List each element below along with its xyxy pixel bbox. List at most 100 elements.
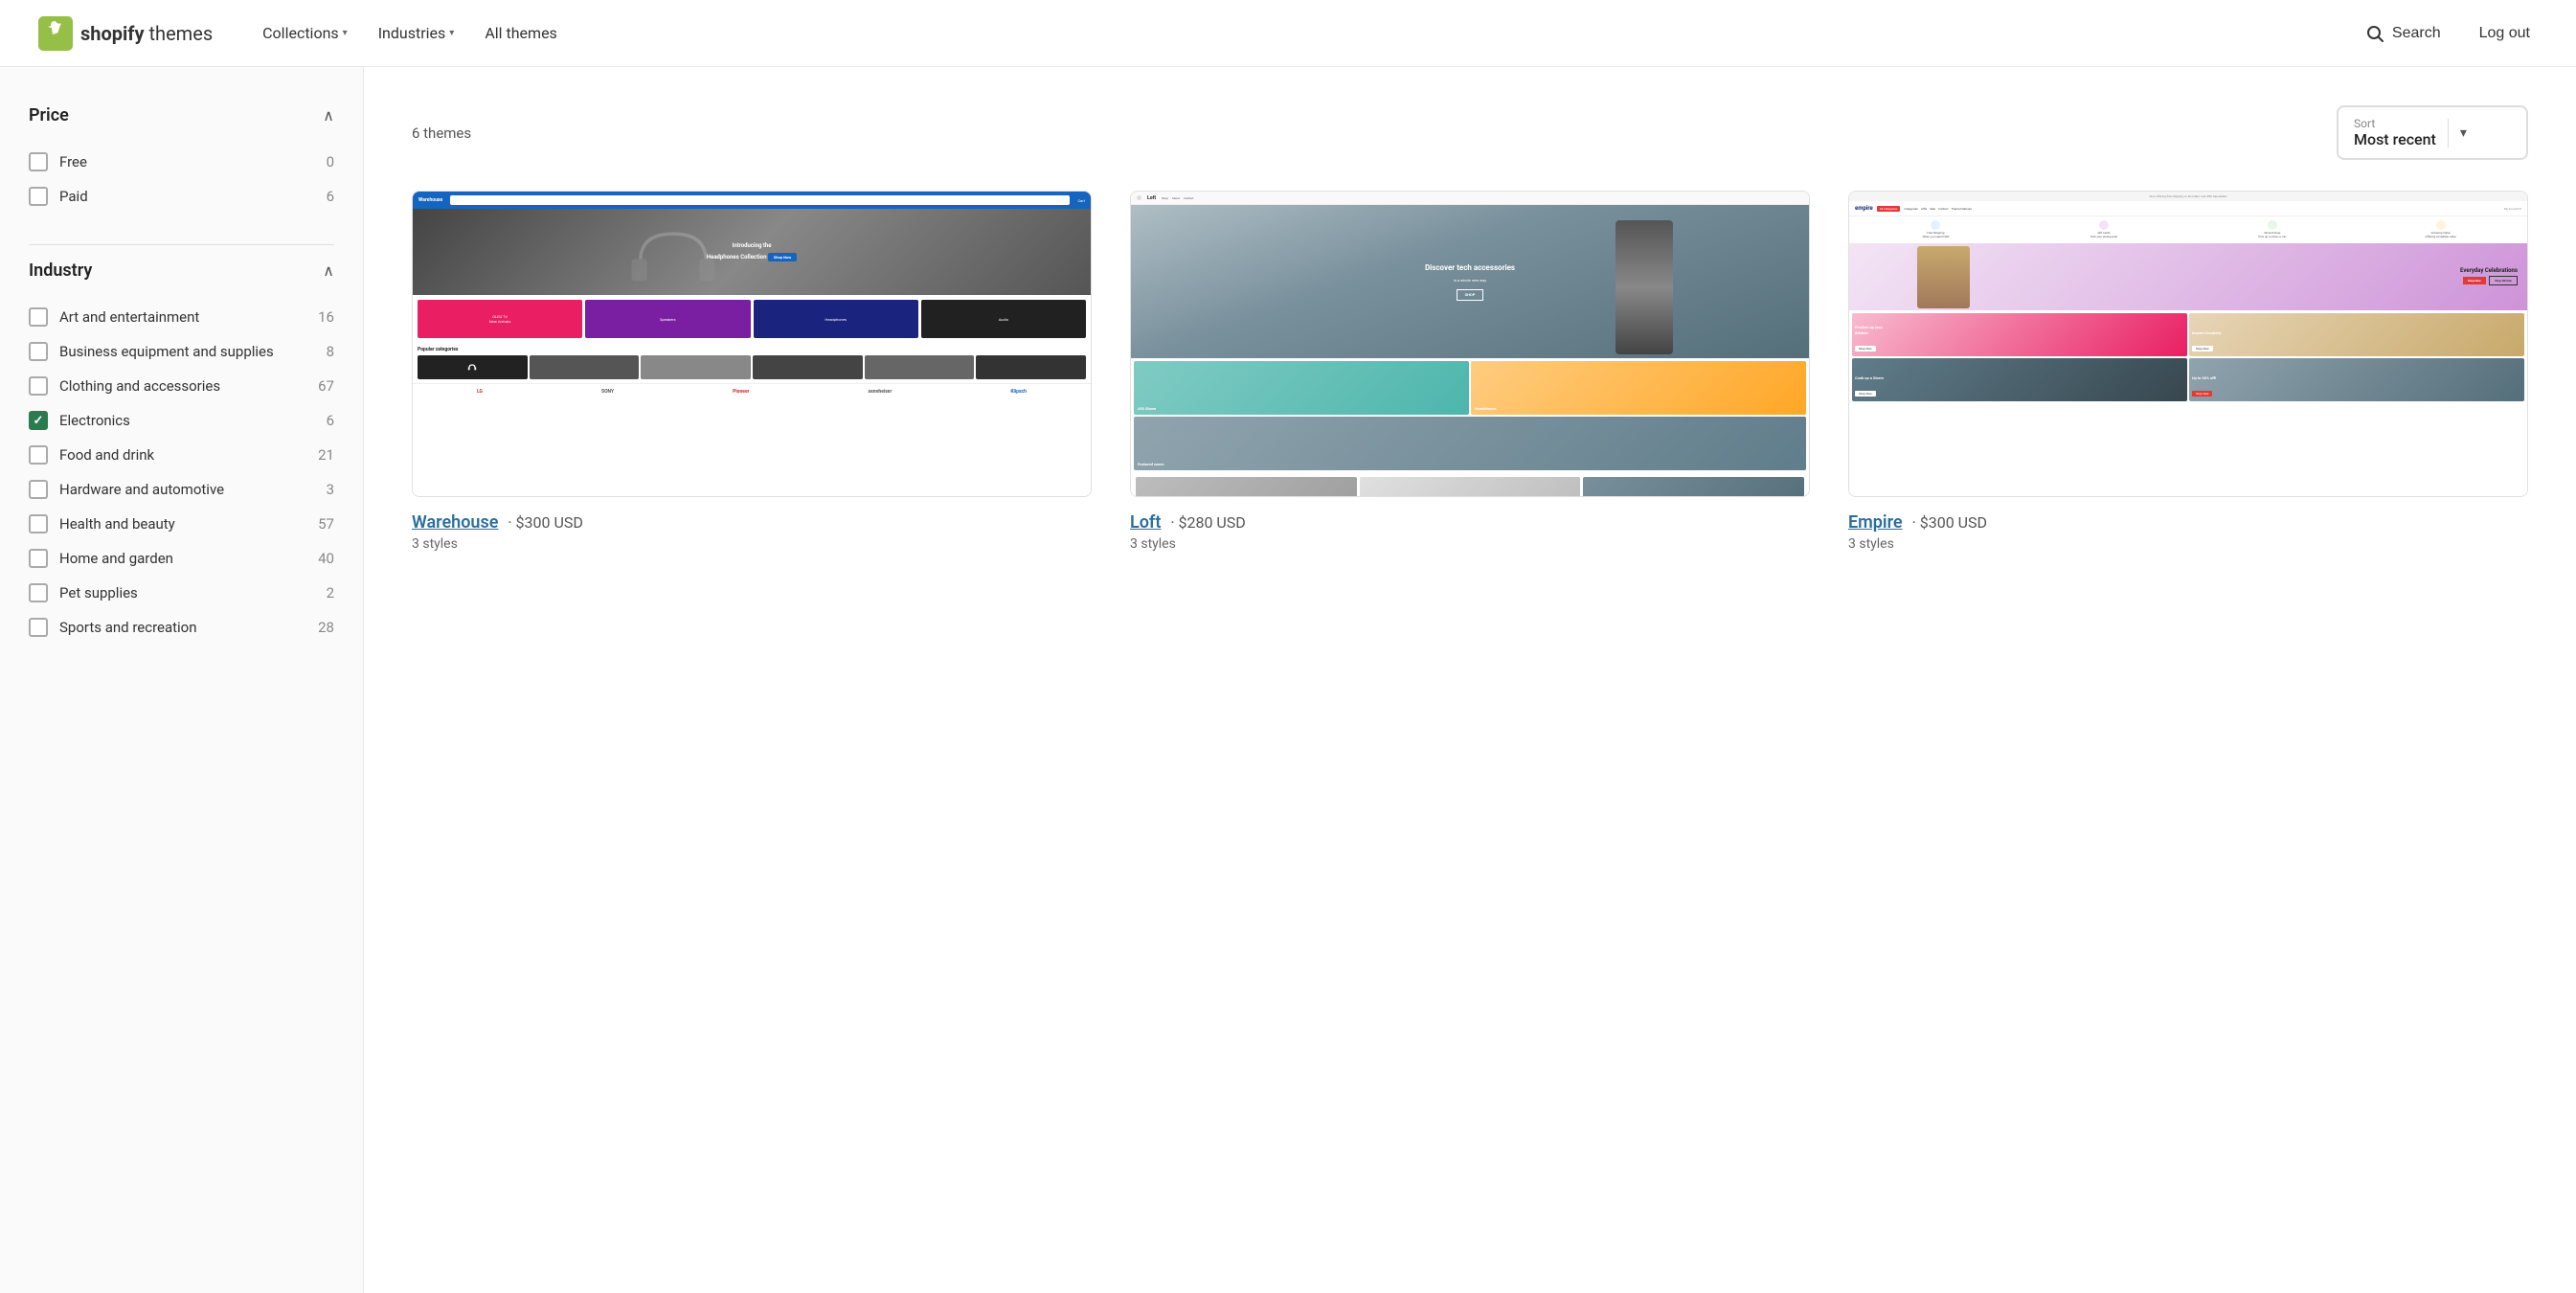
- health-count: 57: [318, 515, 334, 533]
- sidebar: Price ∧ Free 0 Paid 6 In: [0, 67, 364, 1293]
- pet-label: Pet supplies: [59, 584, 138, 601]
- theme-styles-loft: 3 styles: [1130, 536, 1810, 552]
- industry-filter-food[interactable]: Food and drink 21: [29, 438, 334, 472]
- health-label: Health and beauty: [59, 515, 175, 533]
- price-filter-header: Price ∧: [29, 105, 334, 125]
- home-checkbox[interactable]: [29, 549, 48, 568]
- logout-button[interactable]: Log out: [2472, 17, 2538, 50]
- art-label: Art and entertainment: [59, 308, 199, 326]
- main-layout: Price ∧ Free 0 Paid 6 In: [0, 67, 2576, 1293]
- industry-filter-electronics[interactable]: Electronics 6: [29, 403, 334, 438]
- hardware-count: 3: [327, 481, 334, 498]
- content-area: 6 themes Sort Most recent ▾ Warehouse: [364, 67, 2576, 1293]
- electronics-label: Electronics: [59, 412, 130, 429]
- themes-count: 6 themes: [412, 125, 471, 142]
- logo[interactable]: shopify themes: [38, 16, 213, 51]
- industry-filter-health[interactable]: Health and beauty 57: [29, 507, 334, 541]
- industry-filter-header: Industry ∧: [29, 261, 334, 281]
- theme-preview-empire: Now offering free shipping on all orders…: [1848, 191, 2528, 497]
- nav-industries[interactable]: Industries ▾: [367, 16, 466, 50]
- pet-checkbox[interactable]: [29, 583, 48, 602]
- free-checkbox[interactable]: [29, 152, 48, 171]
- paid-label: Paid: [59, 188, 88, 205]
- business-label: Business equipment and supplies: [59, 343, 274, 360]
- business-checkbox[interactable]: [29, 342, 48, 361]
- loft-mockup: Loft Shop About Contact Discover tech ac…: [1131, 192, 1809, 496]
- theme-name-warehouse[interactable]: Warehouse: [412, 512, 498, 533]
- sort-label: Sort: [2354, 117, 2436, 130]
- header: shopify themes Collections ▾ Industries …: [0, 0, 2576, 67]
- electronics-checkbox[interactable]: [29, 411, 48, 430]
- clothing-label: Clothing and accessories: [59, 377, 220, 395]
- sort-control[interactable]: Sort Most recent ▾: [2337, 105, 2528, 160]
- theme-info-warehouse: Warehouse · $300 USD 3 styles: [412, 512, 1092, 552]
- sports-checkbox[interactable]: [29, 618, 48, 637]
- sort-chevron-icon: ▾: [2460, 125, 2467, 141]
- collections-chevron-icon: ▾: [343, 28, 348, 38]
- food-checkbox[interactable]: [29, 445, 48, 465]
- industry-filter-business[interactable]: Business equipment and supplies 8: [29, 334, 334, 369]
- industry-filter-clothing[interactable]: Clothing and accessories 67: [29, 369, 334, 403]
- nav-collections[interactable]: Collections ▾: [251, 16, 359, 50]
- sports-label: Sports and recreation: [59, 619, 197, 636]
- themes-grid: Warehouse Cart: [412, 191, 2528, 552]
- theme-card-empire[interactable]: Now offering free shipping on all orders…: [1848, 191, 2528, 552]
- hardware-checkbox[interactable]: [29, 480, 48, 499]
- sort-divider: [2448, 119, 2449, 147]
- main-nav: Collections ▾ Industries ▾ All themes: [251, 16, 2358, 50]
- theme-card-loft[interactable]: Loft Shop About Contact Discover tech ac…: [1130, 191, 1810, 552]
- theme-styles-warehouse: 3 styles: [412, 536, 1092, 552]
- industry-filter-sports[interactable]: Sports and recreation 28: [29, 610, 334, 645]
- industry-filter-home[interactable]: Home and garden 40: [29, 541, 334, 576]
- paid-checkbox[interactable]: [29, 187, 48, 206]
- clothing-count: 67: [318, 377, 334, 395]
- theme-preview-warehouse: Warehouse Cart: [412, 191, 1092, 497]
- theme-card-warehouse[interactable]: Warehouse Cart: [412, 191, 1092, 552]
- theme-info-loft: Loft · $280 USD 3 styles: [1130, 512, 1810, 552]
- food-count: 21: [318, 446, 334, 464]
- price-filter-toggle[interactable]: ∧: [323, 106, 334, 125]
- sidebar-divider: [29, 244, 334, 245]
- content-header: 6 themes Sort Most recent ▾: [412, 105, 2528, 160]
- theme-name-empire[interactable]: Empire: [1848, 512, 1903, 533]
- price-filter-free[interactable]: Free 0: [29, 145, 334, 179]
- electronics-count: 6: [327, 412, 334, 429]
- logo-text: shopify themes: [80, 22, 213, 45]
- theme-info-empire: Empire · $300 USD 3 styles: [1848, 512, 2528, 552]
- sort-value: Most recent: [2354, 130, 2436, 148]
- warehouse-mockup: Warehouse Cart: [413, 192, 1091, 496]
- industry-filter-toggle[interactable]: ∧: [323, 261, 334, 280]
- empire-mockup: Now offering free shipping on all orders…: [1849, 192, 2527, 496]
- pet-count: 2: [327, 584, 334, 601]
- free-count: 0: [327, 153, 334, 170]
- industry-filter-section: Industry ∧ Art and entertainment 16 Busi…: [29, 261, 334, 645]
- search-icon: [2365, 24, 2384, 43]
- theme-styles-empire: 3 styles: [1848, 536, 2528, 552]
- art-checkbox[interactable]: [29, 307, 48, 327]
- sports-count: 28: [318, 619, 334, 636]
- industry-filter-art[interactable]: Art and entertainment 16: [29, 300, 334, 334]
- free-label: Free: [59, 153, 87, 170]
- theme-preview-loft: Loft Shop About Contact Discover tech ac…: [1130, 191, 1810, 497]
- header-actions: Search Log out: [2358, 16, 2538, 51]
- home-count: 40: [318, 550, 334, 567]
- nav-all-themes[interactable]: All themes: [473, 16, 569, 50]
- theme-name-loft[interactable]: Loft: [1130, 512, 1161, 533]
- industry-filter-hardware[interactable]: Hardware and automotive 3: [29, 472, 334, 507]
- price-filter-title: Price: [29, 105, 69, 125]
- art-count: 16: [318, 308, 334, 326]
- food-label: Food and drink: [59, 446, 154, 464]
- industry-filter-title: Industry: [29, 261, 92, 281]
- price-filter-paid[interactable]: Paid 6: [29, 179, 334, 214]
- hardware-label: Hardware and automotive: [59, 481, 224, 498]
- search-button[interactable]: Search: [2358, 16, 2449, 51]
- theme-price-empire: · $300 USD: [1912, 513, 1987, 532]
- industry-filter-pet[interactable]: Pet supplies 2: [29, 576, 334, 610]
- paid-count: 6: [327, 188, 334, 205]
- business-count: 8: [327, 343, 334, 360]
- clothing-checkbox[interactable]: [29, 376, 48, 396]
- theme-price-loft: · $280 USD: [1170, 513, 1245, 532]
- shopify-logo-icon: [38, 16, 73, 51]
- health-checkbox[interactable]: [29, 514, 48, 533]
- home-label: Home and garden: [59, 550, 173, 567]
